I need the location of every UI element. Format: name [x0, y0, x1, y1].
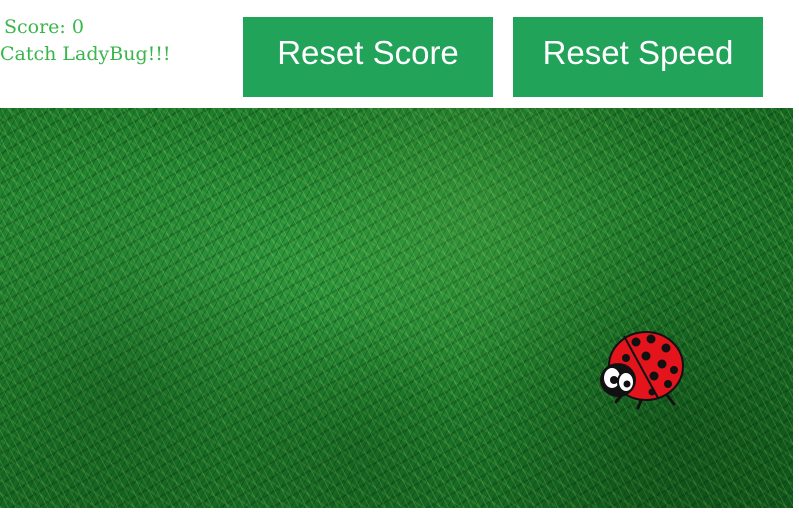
right-margin: [793, 108, 799, 508]
score-display: Score: 0: [4, 16, 84, 38]
top-bar: Score: 0 Catch LadyBug!!! Reset Score Re…: [0, 0, 799, 108]
reset-speed-button[interactable]: Reset Speed: [513, 17, 763, 97]
bottom-margin: [0, 508, 799, 516]
game-title: Catch LadyBug!!!: [0, 43, 171, 65]
ladybug-sprite[interactable]: [596, 328, 688, 410]
hud: Score: 0 Catch LadyBug!!!: [0, 14, 171, 68]
grass-field[interactable]: [0, 108, 793, 508]
grass-texture: [0, 108, 793, 508]
reset-score-button[interactable]: Reset Score: [243, 17, 493, 97]
